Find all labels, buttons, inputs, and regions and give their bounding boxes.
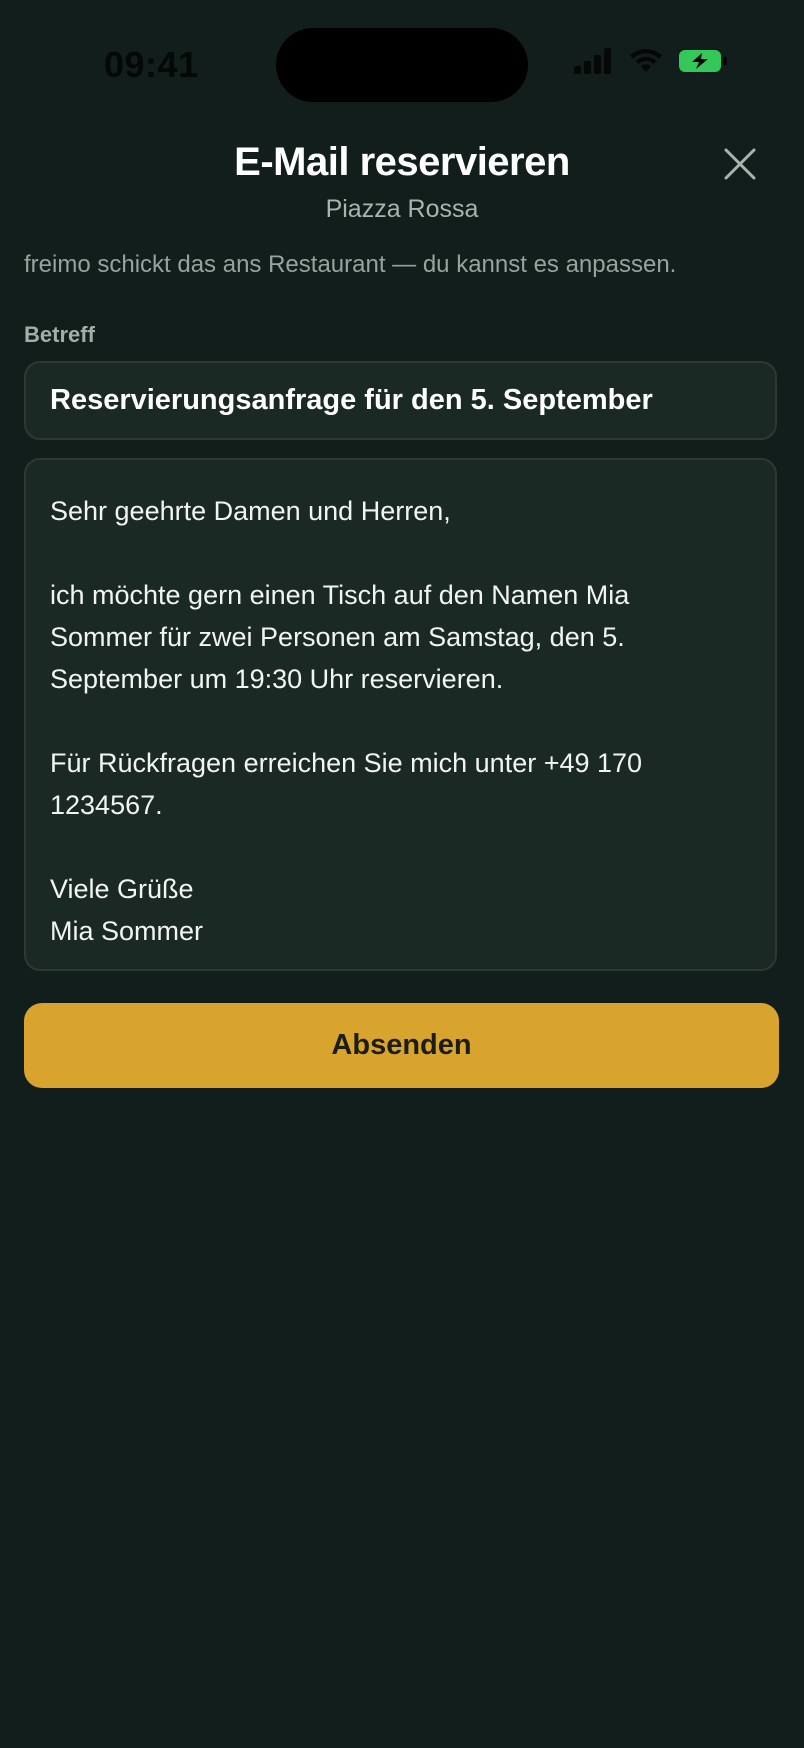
status-time: 09:41 <box>104 44 199 85</box>
subject-value: Reservierungsanfrage für den 5. Septembe… <box>50 384 653 416</box>
wifi-icon <box>630 49 662 72</box>
close-button[interactable] <box>720 144 760 184</box>
subject-label: Betreff <box>24 322 95 347</box>
dynamic-island <box>276 28 528 102</box>
cellular-signal-icon <box>574 48 611 74</box>
page-title: E-Mail reservieren <box>234 140 570 184</box>
message-line: Mia Sommer <box>50 916 204 946</box>
message-line: Für Rückfragen erreichen Sie mich unter … <box>50 748 643 778</box>
message-line: Sehr geehrte Damen und Herren, <box>50 496 451 526</box>
message-line: Viele Grüße <box>50 874 194 904</box>
message-line: September um 19:30 Uhr reservieren. <box>50 664 504 694</box>
message-line <box>50 826 751 868</box>
battery-icon <box>679 50 727 72</box>
send-button-label: Absenden <box>331 1029 472 1061</box>
message-line: Sommer für zwei Personen am Samstag, den… <box>50 622 625 652</box>
status-bar: 09:41 <box>0 0 804 120</box>
message-line: 1234567. <box>50 790 163 820</box>
status-icons <box>574 48 728 74</box>
hint-text: freimo schickt das ans Restaurant — du k… <box>24 251 677 278</box>
subject-field[interactable]: Reservierungsanfrage für den 5. Septembe… <box>24 361 777 440</box>
restaurant-name: Piazza Rossa <box>325 195 479 223</box>
message-line <box>50 532 751 574</box>
send-button[interactable]: Absenden <box>24 1003 779 1088</box>
message-body-field[interactable]: Sehr geehrte Damen und Herren, ich möcht… <box>24 458 777 971</box>
message-line: ich möchte gern einen Tisch auf den Name… <box>50 580 630 610</box>
close-icon <box>724 148 756 180</box>
message-line <box>50 700 751 742</box>
